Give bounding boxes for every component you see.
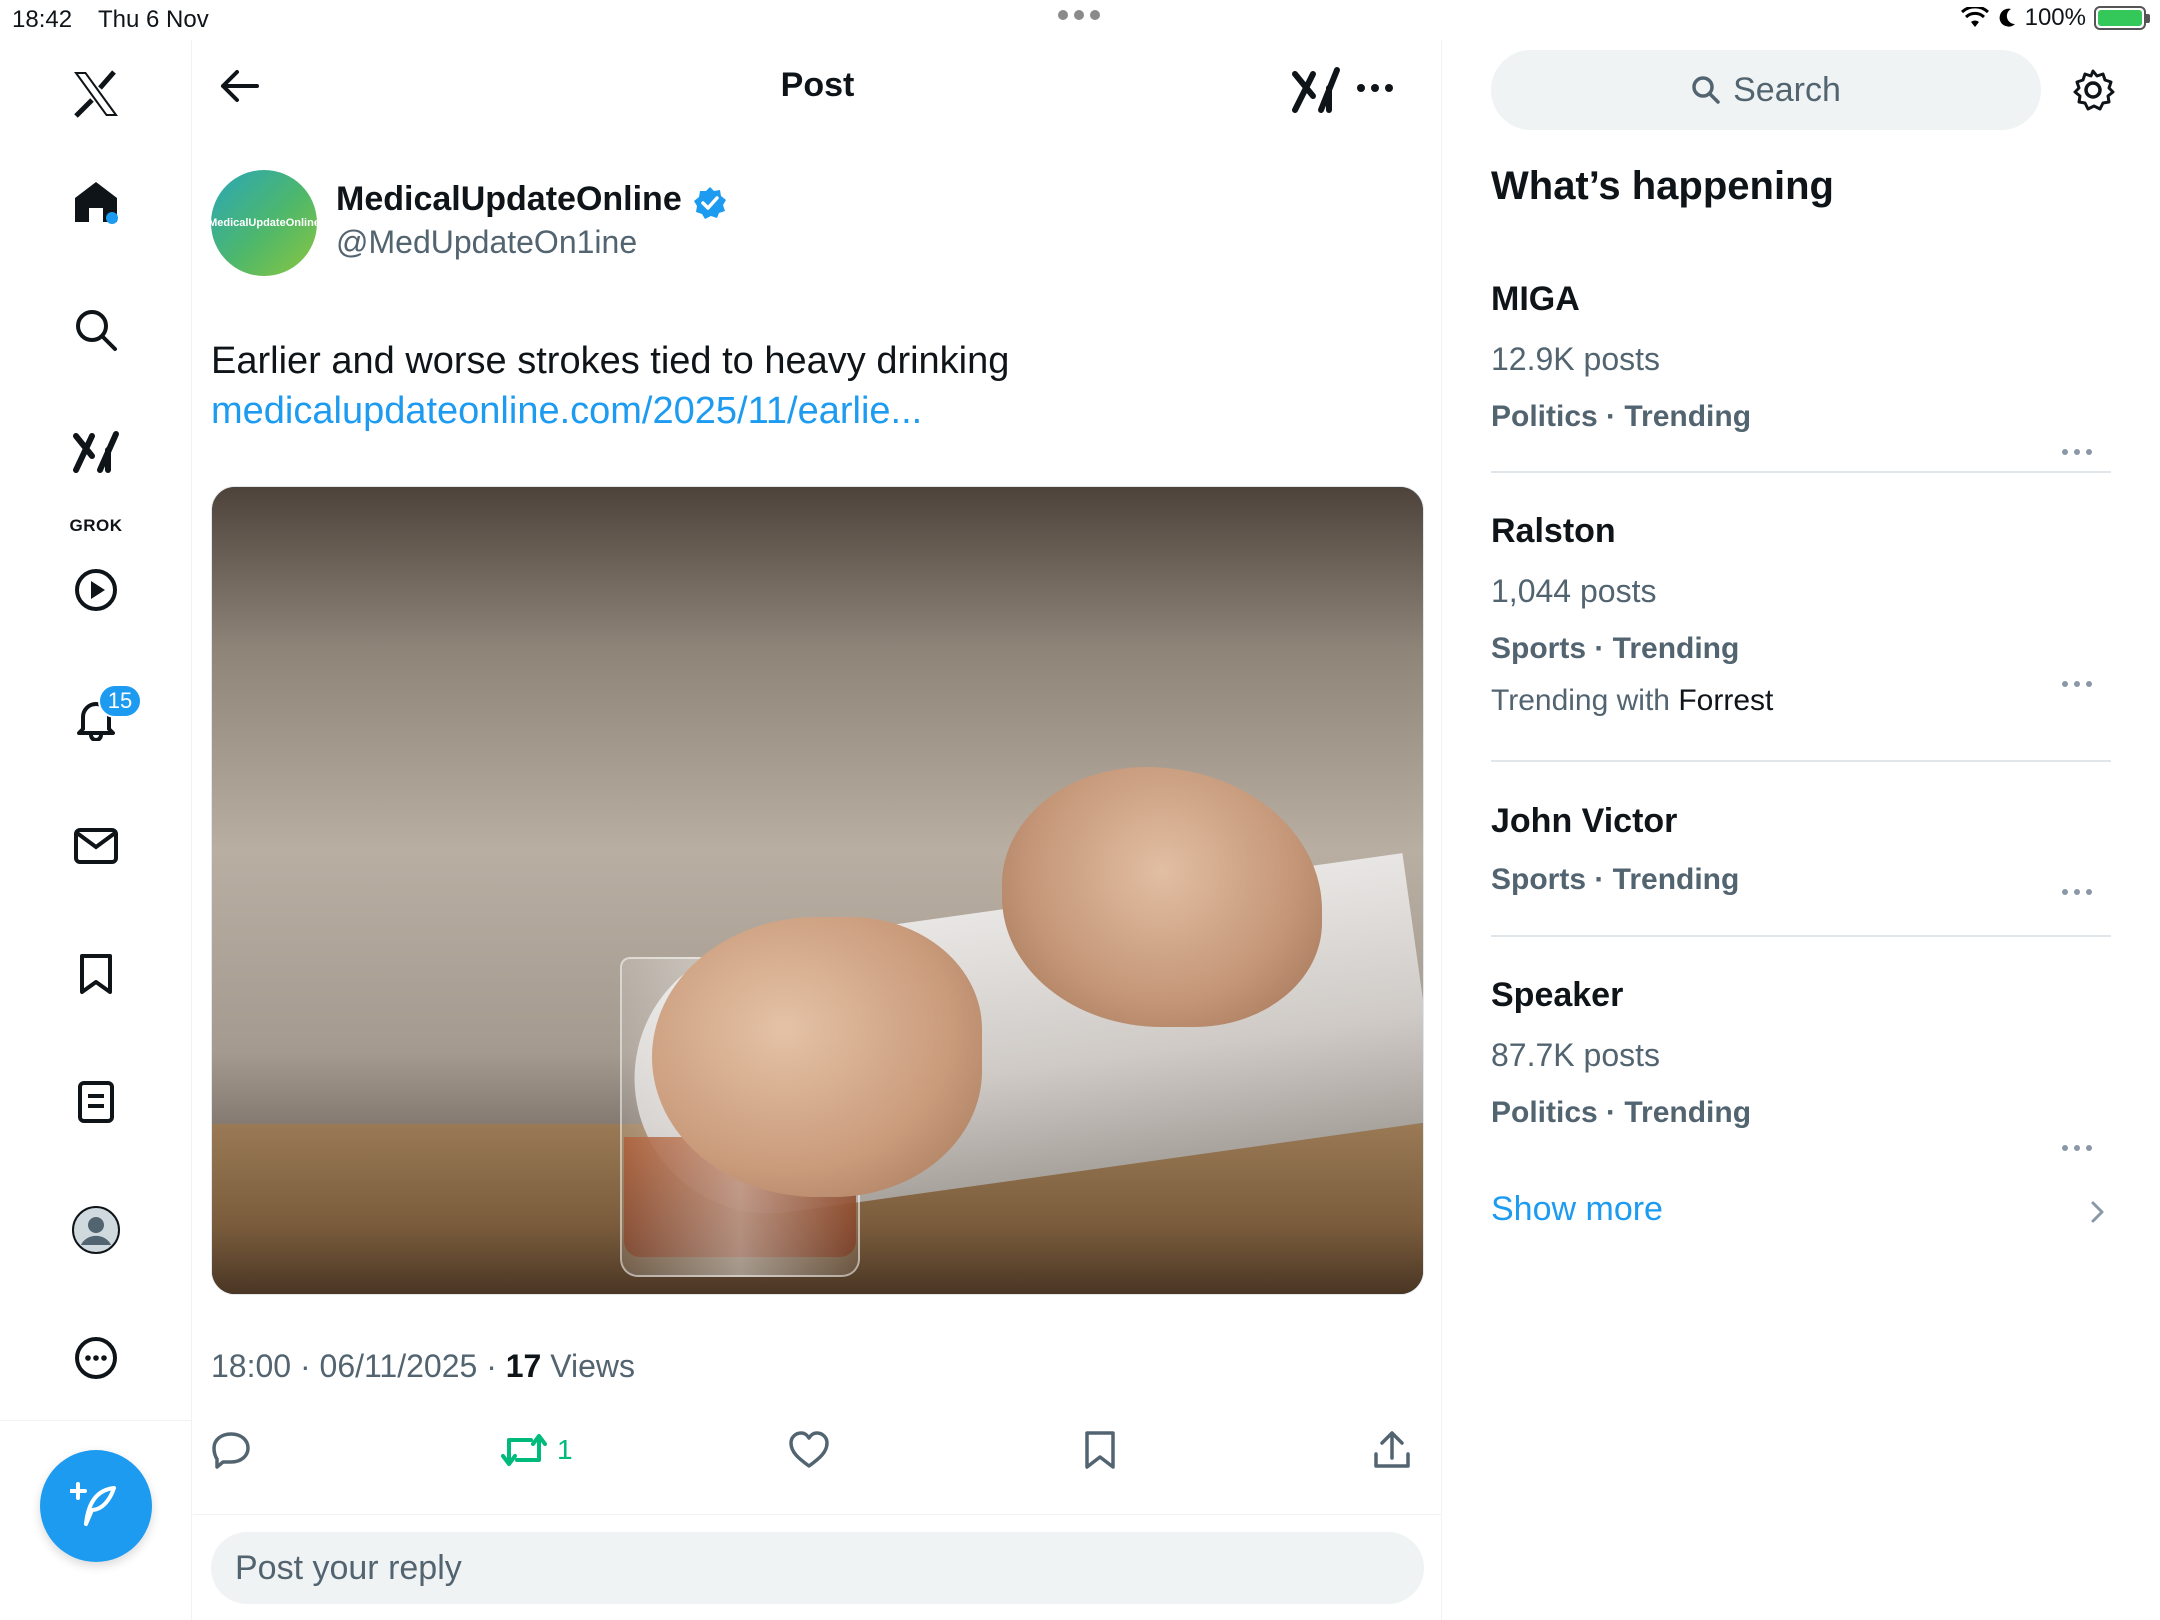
status-date: Thu 6 Nov (98, 6, 209, 33)
messages-envelope-icon[interactable] (64, 814, 128, 878)
page-title: Post (780, 66, 855, 104)
post-image[interactable] (211, 486, 1424, 1295)
compose-post-button[interactable] (40, 1450, 152, 1562)
show-more-link[interactable]: Show more (1491, 1190, 1663, 1229)
post-text: Earlier and worse strokes tied to heavy … (211, 340, 1010, 382)
post-time: 18:00 (211, 1348, 292, 1384)
compose-feather-icon (70, 1482, 116, 1526)
trending-with-name[interactable]: Forrest (1678, 684, 1773, 717)
trend-category: Politics · Trending (1491, 400, 1752, 433)
home-notification-dot (106, 212, 118, 224)
more-options-circle-icon[interactable] (64, 1326, 128, 1390)
status-bar: 18:42 Thu 6 Nov 100% (0, 0, 2160, 40)
heart-icon (789, 1431, 829, 1468)
retweet-icon (501, 1434, 547, 1466)
multitasking-dots-icon[interactable] (1058, 10, 1100, 20)
grok-label: GROK (69, 516, 123, 535)
trend-item[interactable]: MIGA 12.9K posts Politics · Trending (1491, 280, 2111, 455)
trend-item[interactable]: Ralston 1,044 posts Sports · Trending Tr… (1491, 512, 2111, 718)
bookmark-icon (1085, 1431, 1115, 1469)
trend-more-icon[interactable] (2057, 674, 2097, 694)
battery-percent: 100% (2024, 4, 2086, 31)
trend-category: Sports · Trending (1491, 863, 1740, 896)
trend-divider (1491, 760, 2111, 762)
wifi-icon (1960, 7, 1989, 27)
post-more-options-icon[interactable] (1351, 68, 1399, 108)
x-logo-icon[interactable] (64, 62, 128, 126)
trend-name: Ralston (1491, 512, 1616, 550)
search-input[interactable]: Search (1491, 50, 2041, 130)
trend-category: Politics · Trending (1491, 1096, 1752, 1129)
video-play-icon[interactable] (64, 558, 128, 622)
views-count: 17 (505, 1348, 542, 1384)
retweet-count: 1 (557, 1434, 573, 1465)
retweet-button[interactable]: 1 (501, 1422, 573, 1478)
trend-divider (1491, 471, 2111, 473)
lists-icon[interactable] (64, 1070, 128, 1134)
chevron-right-icon[interactable] (2085, 1200, 2109, 1224)
settings-gear-icon[interactable] (2069, 66, 2117, 114)
bookmark-button[interactable] (1083, 1422, 1117, 1478)
post-actions: 1 (211, 1422, 1424, 1478)
trend-name: John Victor (1491, 802, 1678, 840)
profile-avatar-icon[interactable] (64, 1198, 128, 1262)
trend-item[interactable]: Speaker 87.7K posts Politics · Trending (1491, 976, 2111, 1151)
image-hand-left (652, 917, 982, 1197)
nav-divider (0, 1420, 192, 1421)
search-placeholder: Search (1733, 70, 1841, 109)
post-date: 06/11/2025 (319, 1348, 478, 1384)
trend-category: Sports · Trending (1491, 632, 1740, 665)
status-indicators: 100% (1960, 4, 2150, 32)
trending-with: Trending with Forrest (1491, 684, 2111, 718)
trend-post-count: 87.7K posts (1491, 1037, 1660, 1073)
post-meta: 18:00 · 06/11/2025 · 17 Views (211, 1348, 635, 1384)
grok-explain-icon[interactable] (1289, 64, 1341, 116)
trend-post-count: 12.9K posts (1491, 341, 1660, 377)
share-upload-icon (1374, 1431, 1410, 1468)
home-icon[interactable] (64, 170, 128, 234)
left-nav: GROK 15 (0, 40, 192, 1620)
like-button[interactable] (788, 1422, 830, 1478)
trend-post-count: 1,044 posts (1491, 573, 1657, 609)
trending-with-label: Trending with (1491, 684, 1670, 717)
author-handle[interactable]: @MedUpdateOn1ine (336, 224, 637, 261)
trend-name: Speaker (1491, 976, 1624, 1014)
right-sidebar: Search What’s happening MIGA 12.9K posts… (1443, 40, 2160, 1620)
share-button[interactable] (1372, 1422, 1412, 1478)
search-icon (1692, 76, 1720, 104)
reply-input[interactable]: Post your reply (211, 1532, 1424, 1604)
notifications-badge: 15 (98, 684, 142, 718)
reply-button[interactable] (211, 1422, 251, 1478)
status-time: 18:42 (12, 6, 73, 33)
trend-divider (1491, 935, 2111, 937)
avatar-logo-text: MedicalUpdateOnline (211, 217, 317, 229)
reply-icon (212, 1432, 250, 1469)
post-link[interactable]: medicalupdateonline.com/2025/11/earlie..… (211, 386, 922, 436)
author-name[interactable]: MedicalUpdateOnline (336, 180, 682, 219)
views-label: Views (550, 1348, 635, 1384)
battery-icon (2094, 6, 2150, 30)
trend-item[interactable]: John Victor Sports · Trending (1491, 802, 2111, 897)
reply-divider (193, 1514, 1442, 1515)
trend-more-icon[interactable] (2057, 1138, 2097, 1158)
trend-more-icon[interactable] (2057, 442, 2097, 462)
author-avatar[interactable]: MedicalUpdateOnline (211, 170, 317, 276)
search-icon[interactable] (64, 298, 128, 362)
post-detail-column: Post MedicalUpdateOnline MedicalUpdateOn… (193, 40, 1442, 1620)
trend-name: MIGA (1491, 280, 1580, 318)
moon-icon (1999, 8, 2015, 27)
bookmarks-icon[interactable] (64, 942, 128, 1006)
whats-happening-title: What’s happening (1491, 164, 1834, 208)
verified-badge-icon (693, 186, 727, 220)
grok-icon[interactable] (64, 420, 128, 484)
trend-more-icon[interactable] (2057, 882, 2097, 902)
